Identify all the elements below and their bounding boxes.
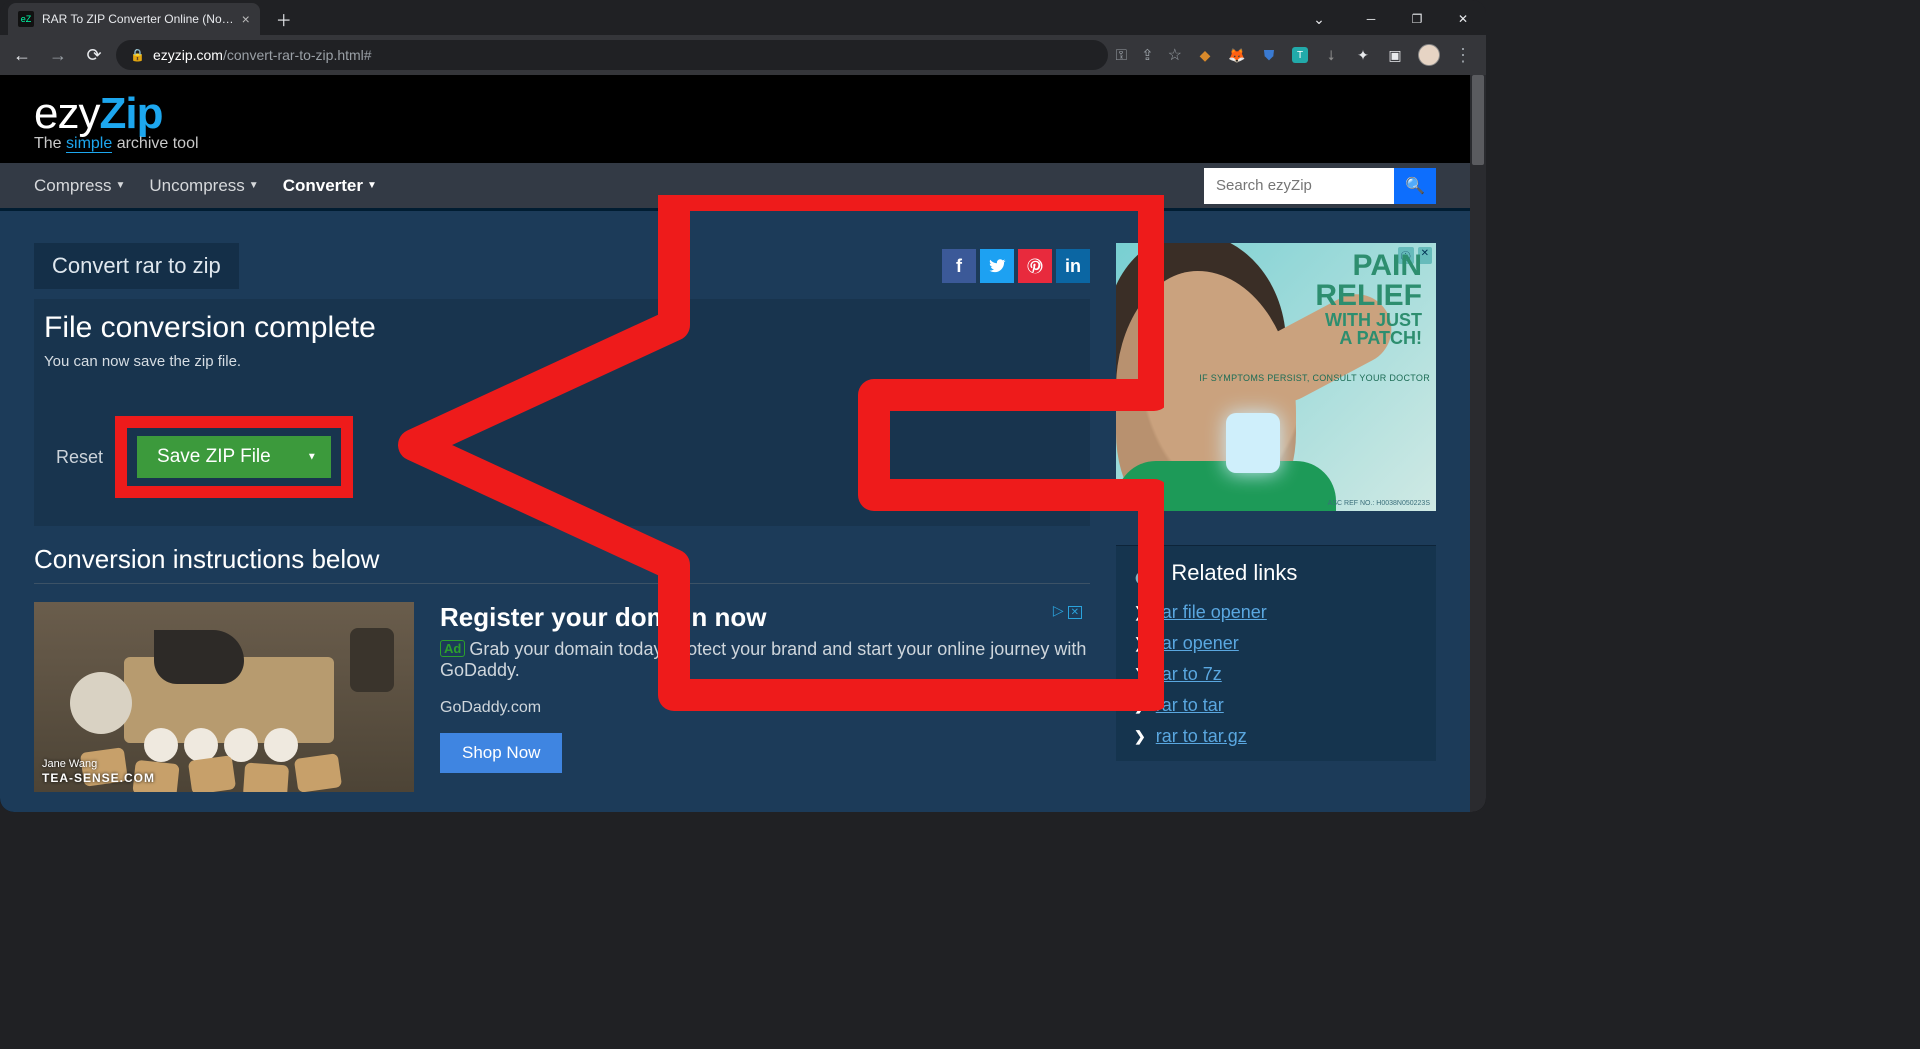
ad-image: Jane WangTEA-SENSE.COM — [34, 602, 414, 792]
caret-down-icon: ▼ — [249, 180, 259, 191]
extension-icon[interactable]: ◆ — [1196, 46, 1214, 64]
related-link[interactable]: rar file opener — [1156, 602, 1267, 623]
new-tab-button[interactable]: ＋ — [270, 5, 298, 33]
divider — [34, 583, 1090, 584]
share-facebook-button[interactable]: f — [942, 249, 976, 283]
caret-down-icon[interactable]: ▼ — [307, 452, 317, 463]
password-key-icon[interactable]: ⚿ — [1116, 47, 1127, 64]
lock-icon: 🔒 — [130, 48, 145, 62]
logo-text-prefix: ezy — [34, 89, 99, 138]
bookmark-star-icon[interactable]: ☆ — [1168, 45, 1182, 65]
instructions-heading: Conversion instructions below — [34, 544, 1090, 575]
site-nav: Compress▼ Uncompress▼ Converter▼ 🔍 — [0, 163, 1470, 211]
site-logo[interactable]: ezyZip The simple archive tool — [34, 89, 1436, 153]
related-link-item: ❯ rar to tar — [1134, 695, 1418, 716]
nav-compress[interactable]: Compress▼ — [34, 176, 125, 196]
pinterest-icon — [1026, 257, 1044, 275]
sidebar-ad[interactable]: ⓘ✕ PAIN RELIEF WITH JUST A PATCH! IF SYM… — [1116, 243, 1436, 511]
favicon-icon: eZ — [18, 11, 34, 27]
browser-title-bar: eZ RAR To ZIP Converter Online (No… × ＋ … — [0, 0, 1486, 35]
ad-vendor: GoDaddy.com — [440, 699, 1090, 717]
annotation-highlight-box: Save ZIP File ▼ — [115, 416, 353, 498]
related-link[interactable]: rar opener — [1156, 633, 1239, 654]
share-linkedin-button[interactable]: in — [1056, 249, 1090, 283]
download-icon[interactable]: ⭣ — [1322, 46, 1340, 64]
share-twitter-button[interactable] — [980, 249, 1014, 283]
related-link-item: ❯ rar opener — [1134, 633, 1418, 654]
site-search-button[interactable]: 🔍 — [1394, 168, 1436, 204]
caret-down-icon: ▼ — [367, 180, 377, 191]
related-link-item: ❯ rar to 7z — [1134, 664, 1418, 685]
chevron-right-icon: ❯ — [1134, 635, 1146, 652]
related-link-item: ❯ rar to tar.gz — [1134, 726, 1418, 747]
chevron-right-icon: ❯ — [1134, 728, 1146, 745]
window-minimize-button[interactable]: ─ — [1348, 3, 1394, 35]
status-subtext: You can now save the zip file. — [44, 353, 1090, 370]
window-close-button[interactable]: ✕ — [1440, 3, 1486, 35]
back-button[interactable]: ← — [8, 41, 36, 69]
scrollbar-thumb[interactable] — [1472, 75, 1484, 165]
conversion-panel: f in File conversion complete You can no… — [34, 299, 1090, 526]
tab-title: RAR To ZIP Converter Online (No… — [42, 12, 234, 26]
twitter-icon — [988, 257, 1006, 275]
page-viewport: ezyZip The simple archive tool Compress▼… — [0, 75, 1486, 812]
ad-title: Register your domain now — [440, 602, 1090, 633]
related-link[interactable]: rar to 7z — [1156, 664, 1222, 685]
related-link-item: ❯ rar file opener — [1134, 602, 1418, 623]
chevron-right-icon: ❯ — [1134, 604, 1146, 621]
ad-disclaimer: IF SYMPTOMS PERSIST, CONSULT YOUR DOCTOR — [1199, 373, 1430, 383]
extensions-puzzle-icon[interactable]: ✦ — [1354, 46, 1372, 64]
nav-converter[interactable]: Converter▼ — [283, 176, 377, 196]
ad-badge: Ad — [440, 640, 465, 657]
share-pinterest-button[interactable] — [1018, 249, 1052, 283]
ad-cta-button[interactable]: Shop Now — [440, 733, 562, 773]
ad-reference: ASC REF NO.: H0038N050223S — [1328, 500, 1430, 507]
window-maximize-button[interactable]: ❐ — [1394, 3, 1440, 35]
inline-ad[interactable]: ▷✕ Jane WangTEA-SENSE.COM Register your … — [34, 602, 1090, 792]
extension-square-icon[interactable]: ▣ — [1386, 46, 1404, 64]
link-icon: 🔗 — [1134, 560, 1161, 586]
address-bar[interactable]: 🔒 ezyzip.com/convert-rar-to-zip.html# — [116, 40, 1108, 70]
ad-copy: Grab your domain today, protect your bra… — [440, 639, 1086, 680]
site-header: ezyZip The simple archive tool — [0, 75, 1470, 163]
save-zip-button[interactable]: Save ZIP File ▼ — [137, 436, 331, 478]
browser-tab[interactable]: eZ RAR To ZIP Converter Online (No… × — [8, 3, 260, 35]
caret-down-icon: ▼ — [115, 180, 125, 191]
vertical-scrollbar[interactable] — [1470, 75, 1486, 812]
status-heading: File conversion complete — [44, 311, 1090, 345]
chevron-right-icon: ❯ — [1134, 666, 1146, 683]
browser-toolbar: ← → ⟳ 🔒 ezyzip.com/convert-rar-to-zip.ht… — [0, 35, 1486, 75]
close-tab-icon[interactable]: × — [242, 11, 250, 27]
extension-shield-icon[interactable]: ⛊ — [1260, 46, 1278, 64]
logo-text-suffix: Zip — [99, 89, 162, 138]
browser-menu-icon[interactable]: ⋮ — [1454, 45, 1472, 66]
reset-button[interactable]: Reset — [56, 447, 103, 468]
share-icon[interactable]: ⇪ — [1141, 46, 1154, 64]
related-link[interactable]: rar to tar — [1156, 695, 1224, 716]
tab-dropdown-icon[interactable]: ⌄ — [1296, 3, 1342, 35]
profile-avatar[interactable] — [1418, 44, 1440, 66]
adchoices-icon[interactable]: ▷✕ — [1053, 602, 1082, 619]
url-path: /convert-rar-to-zip.html# — [223, 47, 372, 63]
extension-translate-icon[interactable]: T — [1292, 47, 1308, 63]
related-link[interactable]: rar to tar.gz — [1156, 726, 1247, 747]
site-search-input[interactable] — [1204, 168, 1394, 204]
search-icon: 🔍 — [1405, 176, 1425, 196]
ad-headline: PAIN RELIEF WITH JUST A PATCH! — [1315, 251, 1422, 347]
reload-button[interactable]: ⟳ — [80, 41, 108, 69]
chevron-right-icon: ❯ — [1134, 697, 1146, 714]
related-links-heading: 🔗 Related links — [1134, 560, 1418, 586]
related-links-panel: 🔗 Related links ❯ rar file opener ❯ rar op… — [1116, 545, 1436, 761]
page-tab-label: Convert rar to zip — [34, 243, 239, 289]
forward-button[interactable]: → — [44, 41, 72, 69]
extension-metamask-icon[interactable]: 🦊 — [1228, 46, 1246, 64]
nav-uncompress[interactable]: Uncompress▼ — [149, 176, 258, 196]
url-domain: ezyzip.com — [153, 47, 223, 63]
